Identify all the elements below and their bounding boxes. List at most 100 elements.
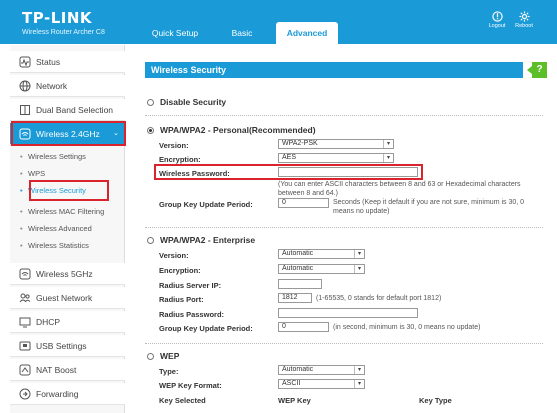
type-label: Type: — [159, 367, 179, 376]
divider — [145, 227, 543, 228]
help-icon[interactable]: ? — [532, 62, 547, 78]
radius-port-input[interactable]: 1812 — [278, 293, 312, 303]
wep-radio[interactable] — [147, 353, 154, 360]
wpa-enterprise-label: WPA/WPA2 - Enterprise — [160, 235, 256, 245]
sidebar-item-wireless-24[interactable]: Wireless 2.4GHz ⌄ — [10, 123, 125, 145]
sidebar-sub-mac-filtering[interactable]: Wireless MAC Filtering — [10, 204, 125, 220]
enterprise-group-key-input[interactable]: 0 — [278, 322, 329, 332]
tab-quick-setup[interactable]: Quick Setup — [144, 22, 206, 44]
logout-label: Logout — [488, 23, 506, 29]
sidebar-item-label: DHCP — [36, 317, 61, 327]
sidebar-sub-wps[interactable]: WPS — [10, 166, 125, 182]
sidebar-sub-wireless-security[interactable]: Wireless Security — [10, 183, 125, 199]
group-key-label: Group Key Update Period: — [159, 200, 253, 209]
sidebar-item-nat-boost[interactable]: NAT Boost — [10, 359, 125, 381]
sidebar-item-network[interactable]: Network — [10, 75, 125, 97]
tab-advanced[interactable]: Advanced — [276, 22, 338, 44]
sidebar-item-label: Wireless 2.4GHz — [36, 129, 100, 139]
col-key-type: Key Type — [419, 396, 452, 405]
sidebar-item-status[interactable]: Status — [10, 51, 125, 73]
col-key-selected: Key Selected — [159, 396, 206, 405]
radius-port-label: Radius Port: — [159, 295, 204, 304]
radius-ip-input[interactable] — [278, 279, 322, 289]
chevron-down-icon: ▾ — [354, 250, 364, 258]
disable-security-label: Disable Security — [160, 97, 227, 107]
sidebar-sub-wireless-statistics[interactable]: Wireless Statistics — [10, 238, 125, 254]
logout-button[interactable]: Logout — [484, 11, 510, 29]
section-title: Wireless Security — [145, 62, 523, 78]
wpa-personal-radio[interactable] — [147, 127, 154, 134]
wireless-password-input[interactable] — [278, 167, 418, 177]
password-hint: (You can enter ASCII characters between … — [278, 181, 521, 197]
personal-group-key-input[interactable]: 0 — [278, 198, 329, 208]
select-value: AES — [282, 154, 297, 161]
wireless-icon — [19, 128, 31, 140]
chevron-down-icon: ⌄ — [113, 130, 119, 137]
sidebar-item-label: NAT Boost — [36, 365, 77, 375]
enterprise-group-key-hint: (in second, minimum is 30, 0 means no up… — [333, 324, 481, 331]
top-header: TP-LINK Wireless Router Archer C8 Quick … — [0, 0, 557, 44]
col-wep-key: WEP Key — [278, 396, 311, 405]
group-key-label: Group Key Update Period: — [159, 324, 253, 333]
wpa-personal-label: WPA/WPA2 - Personal(Recommended) — [160, 125, 316, 135]
sidebar-item-usb[interactable]: USB Settings — [10, 335, 125, 357]
router-model: Wireless Router Archer C8 — [22, 29, 105, 36]
logout-icon — [491, 11, 503, 22]
enterprise-encryption-select[interactable]: Automatic ▾ — [278, 264, 365, 274]
wep-key-format-select[interactable]: ASCII ▾ — [278, 379, 365, 389]
dual-band-icon — [20, 105, 30, 115]
select-value: ASCII — [282, 380, 301, 387]
sidebar-item-label: Wireless 5GHz — [36, 269, 93, 279]
sidebar-item-guest-network[interactable]: Guest Network — [10, 287, 125, 309]
tab-basic[interactable]: Basic — [223, 22, 261, 44]
reboot-button[interactable]: Reboot — [511, 11, 537, 29]
status-icon — [19, 56, 31, 68]
select-value: WPA2-PSK — [282, 140, 318, 147]
sidebar-item-forwarding[interactable]: Forwarding — [10, 383, 125, 405]
personal-encryption-select[interactable]: AES ▾ — [278, 153, 394, 163]
select-value: Automatic — [282, 366, 314, 373]
guest-icon — [19, 293, 31, 303]
dhcp-icon — [19, 317, 31, 328]
wpa-enterprise-option[interactable]: WPA/WPA2 - Enterprise — [147, 235, 255, 245]
radius-password-input[interactable] — [278, 308, 418, 318]
main-content: Wireless Security ? Disable Security WPA… — [135, 45, 557, 413]
enterprise-version-select[interactable]: Automatic ▾ — [278, 249, 365, 259]
wpa-enterprise-radio[interactable] — [147, 237, 154, 244]
encryption-label: Encryption: — [159, 155, 201, 164]
wep-type-select[interactable]: Automatic ▾ — [278, 365, 365, 375]
chevron-down-icon: ▾ — [383, 154, 393, 162]
wireless-password-label: Wireless Password: — [159, 169, 230, 178]
divider — [145, 115, 543, 116]
sidebar-item-label: Forwarding — [36, 389, 79, 399]
select-value: Automatic — [282, 265, 314, 272]
group-key-hint: Seconds (Keep it default if you are not … — [333, 199, 525, 215]
chevron-down-icon: ▾ — [354, 265, 364, 273]
sidebar-item-label: Network — [36, 81, 68, 91]
wep-option[interactable]: WEP — [147, 351, 179, 361]
radius-ip-label: Radius Server IP: — [159, 281, 222, 290]
usb-icon — [19, 341, 31, 351]
sidebar-item-label: Dual Band Selection — [36, 105, 114, 115]
reboot-icon — [518, 11, 530, 22]
sidebar-item-label: USB Settings — [36, 341, 87, 351]
wep-label: WEP — [160, 351, 180, 361]
encryption-label: Encryption: — [159, 266, 201, 275]
chevron-down-icon: ▾ — [354, 366, 364, 374]
sidebar-sub-wireless-advanced[interactable]: Wireless Advanced — [10, 221, 125, 237]
chevron-down-icon: ▾ — [354, 380, 364, 388]
chevron-down-icon: ▾ — [383, 140, 393, 148]
sidebar-item-label: Guest Network — [36, 293, 93, 303]
sidebar-sub-wireless-settings[interactable]: Wireless Settings — [10, 149, 125, 165]
wpa-personal-option[interactable]: WPA/WPA2 - Personal(Recommended) — [147, 125, 316, 135]
personal-version-select[interactable]: WPA2-PSK ▾ — [278, 139, 394, 149]
reboot-label: Reboot — [515, 23, 533, 29]
nat-icon — [19, 364, 31, 376]
sidebar-item-dhcp[interactable]: DHCP — [10, 311, 125, 333]
sidebar-item-dual-band[interactable]: Dual Band Selection — [10, 99, 125, 121]
forwarding-icon — [19, 388, 31, 400]
disable-security-option[interactable]: Disable Security — [147, 97, 226, 107]
radius-port-hint: (1-65535, 0 stands for default port 1812… — [316, 295, 442, 302]
disable-security-radio[interactable] — [147, 99, 154, 106]
sidebar-item-wireless-5[interactable]: Wireless 5GHz — [10, 263, 125, 285]
